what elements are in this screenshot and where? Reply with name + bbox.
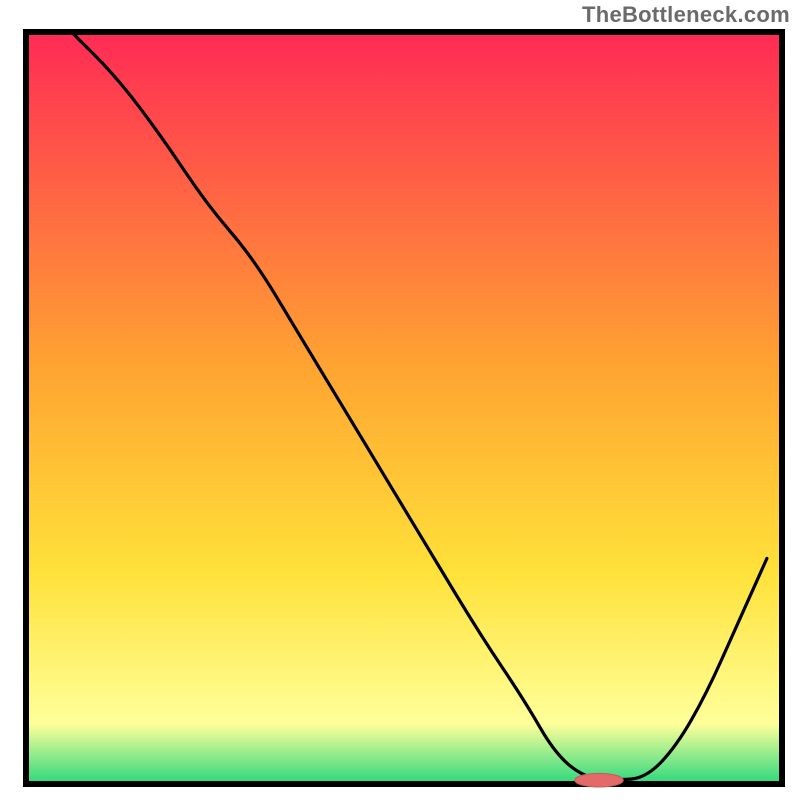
plot-background	[26, 32, 782, 784]
bottleneck-chart	[0, 0, 800, 800]
chart-container: { "watermark": "TheBottleneck.com", "col…	[0, 0, 800, 800]
optimal-marker	[575, 773, 623, 787]
